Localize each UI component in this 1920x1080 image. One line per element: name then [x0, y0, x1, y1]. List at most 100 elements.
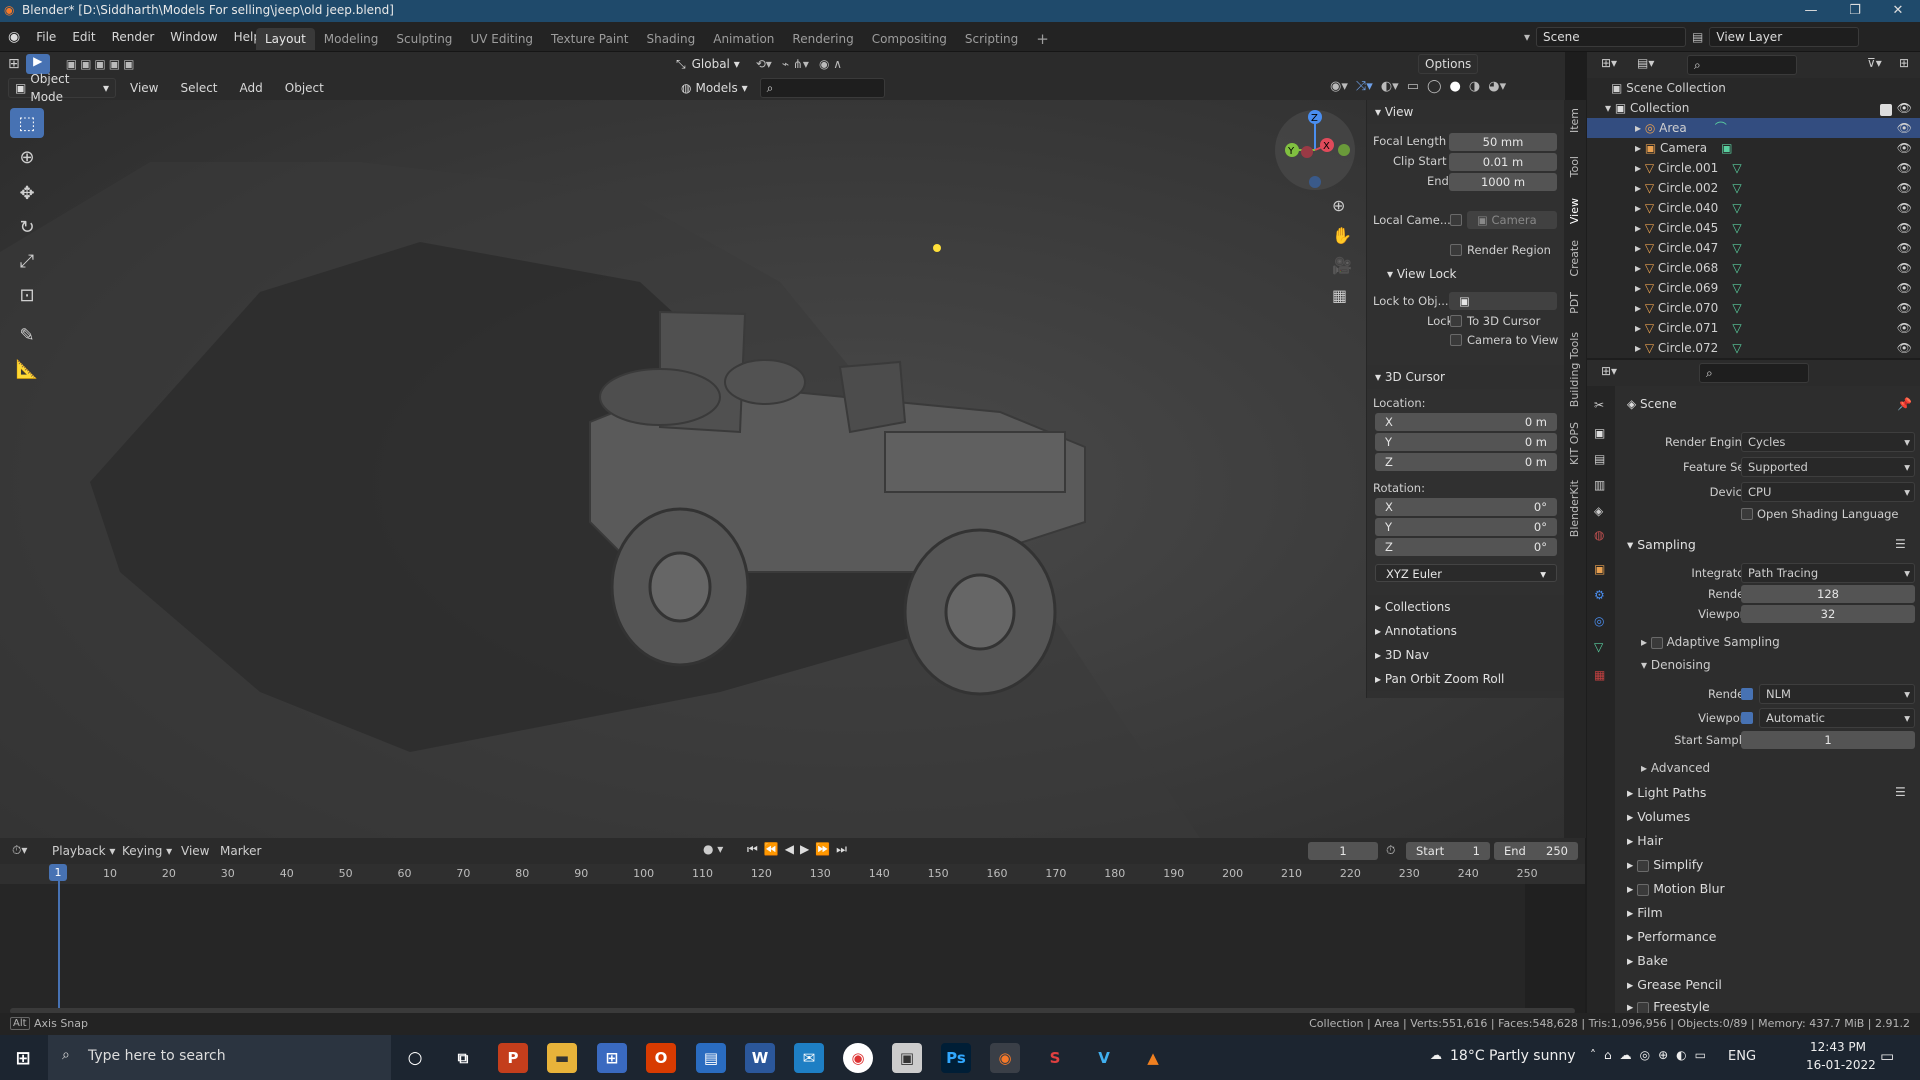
material-shading-icon[interactable]: ◑ [1469, 79, 1480, 94]
pin-icon[interactable]: 📌 [1897, 397, 1912, 411]
transform-orientation-dropdown[interactable]: ⤡ Global ▾ [670, 54, 746, 74]
start-frame-field[interactable]: Start 1 [1406, 842, 1490, 860]
eye-icon[interactable]: 👁 [1897, 118, 1912, 138]
rotation-mode-dropdown[interactable]: XYZ Euler ▾ [1375, 564, 1557, 582]
app-icon[interactable]: ▤ [696, 1043, 726, 1073]
system-tray-icons[interactable]: ˄⌂☁◎⊕◐▭ [1590, 1048, 1714, 1062]
integrator-dropdown[interactable]: Path Tracing ▾ [1741, 563, 1915, 583]
adaptive-sampling-header[interactable]: ▸ Adaptive Sampling [1641, 635, 1780, 649]
eye-icon[interactable]: 👁 [1897, 298, 1912, 318]
timeline-view-menu[interactable]: View [181, 844, 209, 858]
texture-tab-icon[interactable]: ▦ [1594, 668, 1605, 682]
properties-editor-icon[interactable]: ⊞▾ [1601, 364, 1617, 378]
tab-layout[interactable]: Layout [256, 28, 315, 50]
playhead[interactable]: 1 [49, 864, 67, 881]
app-window-icon[interactable]: ▣ [892, 1043, 922, 1073]
xray-icon[interactable]: ▭ [1407, 79, 1419, 94]
to-3d-cursor-checkbox[interactable] [1450, 315, 1462, 327]
restore-button[interactable]: ❐ [1833, 0, 1877, 22]
outliner-item[interactable]: ▸ ▽ Circle.068 ▽ 👁 [1587, 258, 1920, 278]
start-sample-field[interactable]: 1 [1741, 731, 1915, 749]
camera-view-icon[interactable]: 🎥 [1332, 256, 1352, 275]
pan-orbit-zoom-panel-header[interactable]: ▸ Pan Orbit Zoom Roll [1367, 667, 1564, 691]
menu-view[interactable]: View [122, 78, 166, 98]
3d-cursor-header[interactable]: ▾ 3D Cursor [1367, 365, 1564, 389]
eye-icon[interactable]: 👁 [1897, 138, 1912, 158]
new-collection-icon[interactable]: ⊞ [1899, 56, 1909, 70]
photoshop-icon[interactable]: Ps [941, 1043, 971, 1073]
motion-blur-panel-header[interactable]: ▸ Motion Blur [1627, 881, 1725, 896]
tab-kit-ops[interactable]: KIT OPS [1568, 422, 1581, 465]
view-lock-header[interactable]: ▾ View Lock [1387, 267, 1457, 281]
powerpoint-icon[interactable]: P [498, 1043, 528, 1073]
eye-icon[interactable]: 👁 [1897, 98, 1912, 118]
tab-uv-editing[interactable]: UV Editing [461, 28, 542, 50]
clock-time[interactable]: 12:43 PM [1810, 1040, 1866, 1054]
eye-icon[interactable]: 👁 [1897, 218, 1912, 238]
minimize-button[interactable]: — [1789, 0, 1833, 22]
vlc-icon[interactable]: ▲ [1138, 1043, 1168, 1073]
blender-taskbar-icon[interactable]: ◉ [990, 1043, 1020, 1073]
camera-to-view-checkbox[interactable] [1450, 334, 1462, 346]
tab-item[interactable]: Item [1568, 108, 1581, 133]
eye-icon[interactable]: 👁 [1897, 258, 1912, 278]
timeline-editor-icon[interactable]: ⏱▾ [12, 843, 27, 858]
grease-pencil-panel-header[interactable]: ▸ Grease Pencil [1627, 977, 1722, 992]
menu-add[interactable]: Add [232, 78, 271, 98]
cursor-rotation-y[interactable]: Y 0° [1375, 518, 1557, 536]
tab-rendering[interactable]: Rendering [783, 28, 862, 50]
view-panel-header[interactable]: ▾ View [1367, 100, 1564, 124]
tab-modeling[interactable]: Modeling [315, 28, 388, 50]
local-camera-field[interactable]: ▣ Camera [1467, 211, 1557, 229]
display-mode-icon[interactable]: ▤▾ [1637, 56, 1654, 70]
office-icon[interactable]: O [646, 1043, 676, 1073]
tool-tab-icon[interactable]: ✂ [1594, 398, 1604, 412]
tab-create[interactable]: Create [1568, 240, 1581, 277]
eye-icon[interactable]: 👁 [1897, 238, 1912, 258]
object-mode-dropdown[interactable]: ▣ Object Mode ▾ [8, 72, 116, 104]
marker-menu[interactable]: Marker [220, 844, 261, 858]
store-icon[interactable]: ⊞ [597, 1043, 627, 1073]
notification-icon[interactable]: ▭ [1880, 1047, 1894, 1065]
close-button[interactable]: ✕ [1876, 0, 1920, 22]
measure-tool-icon[interactable]: 📐 [10, 354, 44, 384]
3d-nav-panel-header[interactable]: ▸ 3D Nav [1367, 643, 1564, 667]
clip-start-field[interactable]: 0.01 m [1449, 153, 1557, 171]
clock-icon[interactable]: ⏱ [1386, 843, 1395, 858]
menu-window[interactable]: Window [162, 22, 225, 52]
gizmo-icon[interactable]: ⤨▾ [1356, 79, 1373, 94]
tab-building-tools[interactable]: Building Tools [1568, 332, 1581, 407]
performance-panel-header[interactable]: ▸ Performance [1627, 929, 1716, 944]
outliner-item[interactable]: ▸ ▽ Circle.069 ▽ 👁 [1587, 278, 1920, 298]
annotate-tool-icon[interactable]: ✎ [10, 320, 44, 350]
navigation-gizmo[interactable]: Z Y X [1272, 107, 1358, 193]
denoise-render-checkbox[interactable] [1741, 688, 1753, 700]
outliner-item[interactable]: ▸ ▽ Circle.002 ▽ 👁 [1587, 178, 1920, 198]
chrome-icon[interactable]: ◉ [843, 1043, 873, 1073]
render-region-checkbox[interactable] [1450, 244, 1462, 256]
outliner-item[interactable]: ▸ ▽ Circle.001 ▽ 👁 [1587, 158, 1920, 178]
local-camera-checkbox[interactable] [1450, 214, 1462, 226]
outliner-item[interactable]: ▸ ▽ Circle.070 ▽ 👁 [1587, 298, 1920, 318]
lock-to-object-field[interactable]: ▣ [1449, 292, 1557, 310]
denoise-viewport-dropdown[interactable]: Automatic ▾ [1759, 708, 1915, 728]
outliner-editor-icon[interactable]: ⊞▾ [1601, 56, 1617, 70]
solid-shading-icon[interactable]: ● [1450, 79, 1461, 94]
tab-view[interactable]: View [1568, 198, 1581, 224]
collections-panel-header[interactable]: ▸ Collections [1367, 595, 1564, 619]
vscode-icon[interactable]: V [1089, 1043, 1119, 1073]
viewport-samples-field[interactable]: 32 [1741, 605, 1915, 623]
playback-menu[interactable]: Playback ▾ [52, 844, 115, 858]
render-engine-dropdown[interactable]: Cycles ▾ [1741, 432, 1915, 452]
scene-selector[interactable]: Scene [1536, 27, 1687, 47]
scene-tab-icon[interactable]: ◈ [1594, 504, 1603, 518]
tab-animation[interactable]: Animation [704, 28, 783, 50]
outliner-search-input[interactable]: ⌕ [1687, 55, 1797, 75]
outliner-item[interactable]: ▸ ▽ Circle.071 ▽ 👁 [1587, 318, 1920, 338]
eye-icon[interactable]: 👁 [1897, 318, 1912, 338]
eye-icon[interactable]: 👁 [1897, 178, 1912, 198]
word-icon[interactable]: W [745, 1043, 775, 1073]
device-dropdown[interactable]: CPU ▾ [1741, 482, 1915, 502]
end-frame-field[interactable]: End 250 [1494, 842, 1578, 860]
physics-tab-icon[interactable]: ◎ [1594, 614, 1604, 628]
